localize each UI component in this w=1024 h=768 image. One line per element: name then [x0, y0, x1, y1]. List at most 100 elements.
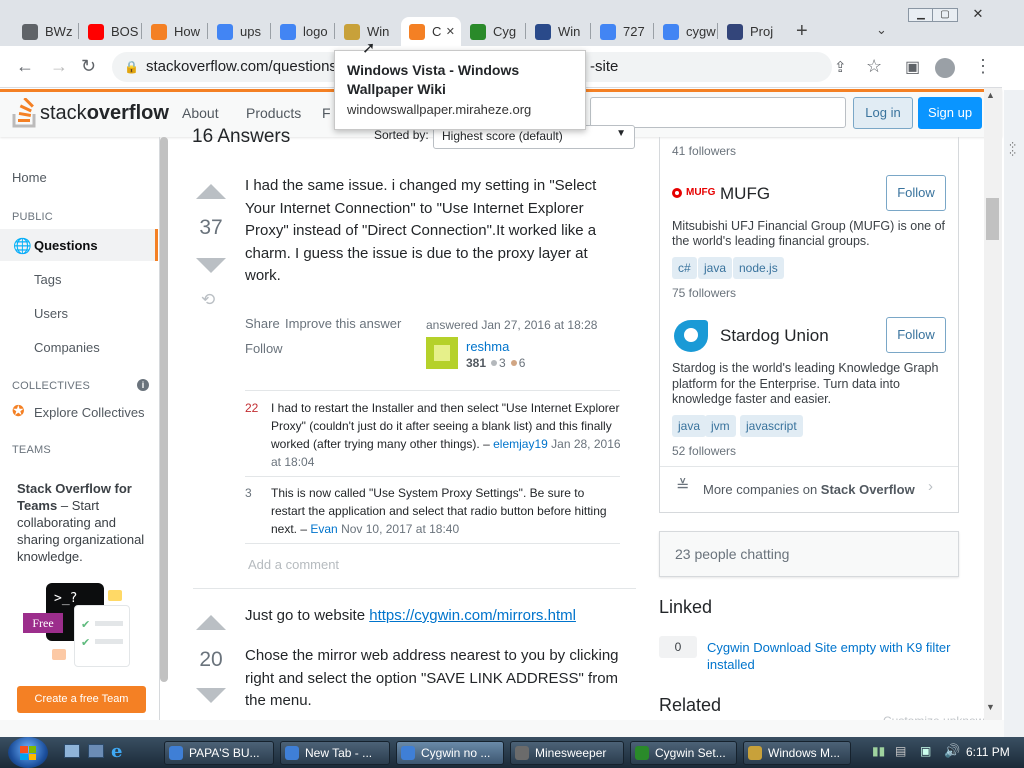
downvote-icon[interactable]: [196, 258, 226, 273]
new-tab-icon[interactable]: +: [796, 20, 808, 43]
taskbar-item-2[interactable]: Cygwin no ...: [396, 741, 504, 765]
back-icon[interactable]: ←: [16, 56, 34, 77]
scroll-down-icon[interactable]: ▼: [986, 702, 995, 712]
sidebar-item-companies[interactable]: Companies: [34, 340, 100, 355]
so-logo[interactable]: stack overflow: [12, 98, 169, 128]
sidebar-scrollbar[interactable]: [160, 137, 168, 682]
clock[interactable]: 6:11 PM: [966, 745, 1010, 759]
upvote-icon[interactable]: [196, 615, 226, 630]
chevron-right-icon[interactable]: ›: [928, 478, 933, 495]
forward-icon[interactable]: →: [50, 56, 68, 77]
tab-search-chevron-icon[interactable]: ⌄: [876, 22, 887, 38]
sidebar-header-public: PUBLIC: [12, 211, 53, 223]
taskbar-item-4[interactable]: Cygwin Set...: [630, 741, 737, 765]
tag-csharp[interactable]: c#: [672, 257, 697, 279]
sidebar-item-home[interactable]: Home: [12, 170, 47, 185]
upvote-icon[interactable]: [196, 184, 226, 199]
add-comment-link[interactable]: Add a comment: [248, 557, 339, 572]
comment2-user-link[interactable]: Evan: [310, 522, 337, 536]
comment1-user-link[interactable]: elemjay19: [493, 437, 548, 451]
sidebar-item-explore-collectives[interactable]: Explore Collectives: [34, 405, 145, 420]
more-companies-link[interactable]: More companies on Stack Overflow: [703, 482, 915, 497]
nav-for-teams[interactable]: F: [322, 105, 331, 121]
nav-about[interactable]: About: [182, 105, 219, 121]
profile-avatar[interactable]: [935, 58, 955, 78]
scroll-up-icon[interactable]: ▲: [986, 90, 995, 100]
tag-java[interactable]: java: [698, 257, 733, 279]
login-button[interactable]: Log in: [853, 97, 913, 129]
tab-3[interactable]: ups: [209, 17, 269, 46]
tab-0[interactable]: BWz: [14, 17, 76, 46]
tray-network-icon[interactable]: ▮▮: [872, 744, 885, 758]
taskbar-item-3[interactable]: Minesweeper: [510, 741, 624, 765]
tag-jvm[interactable]: jvm: [705, 415, 736, 437]
stardog-logo-icon: [672, 318, 712, 354]
tab-7[interactable]: Cyg: [462, 17, 524, 46]
maximize-icon[interactable]: ▢: [932, 8, 958, 22]
tab-separator: [207, 23, 208, 39]
collectives-icon: ✪: [12, 403, 25, 420]
share-icon[interactable]: ⇪: [834, 58, 847, 76]
show-desktop-icon[interactable]: [64, 744, 80, 758]
tab-8[interactable]: Win: [527, 17, 589, 46]
tab-11[interactable]: Proj: [719, 17, 781, 46]
tab-label: C: [432, 24, 442, 39]
lock-icon: 🔒: [124, 60, 139, 74]
answer1-user-link[interactable]: reshma: [466, 339, 509, 354]
create-team-button[interactable]: Create a free Team: [17, 686, 146, 713]
logo-text-overflow: overflow: [86, 101, 169, 124]
tag-java[interactable]: java: [672, 415, 707, 437]
tab-label: BWz: [45, 24, 73, 39]
sidebar-item-users[interactable]: Users: [34, 306, 68, 321]
menu-icon[interactable]: ⋮: [974, 56, 992, 77]
signup-button[interactable]: Sign up: [918, 97, 982, 129]
switch-windows-icon[interactable]: [88, 744, 104, 758]
tag-nodejs[interactable]: node.js: [733, 257, 784, 279]
tab-9[interactable]: 727: [592, 17, 652, 46]
avatar[interactable]: [426, 337, 458, 369]
company1-follow-button[interactable]: Follow: [886, 175, 946, 211]
close-tab-icon[interactable]: ✕: [446, 25, 455, 38]
scrollbar-thumb[interactable]: [986, 198, 999, 240]
tab-label: How: [174, 24, 201, 39]
company2-follow-button[interactable]: Follow: [886, 317, 946, 353]
info-icon[interactable]: i: [137, 379, 149, 391]
tray-volume-icon[interactable]: 🔊: [944, 743, 960, 759]
company1-name[interactable]: MUFG: [720, 184, 770, 204]
tab-10[interactable]: cygw: [655, 17, 717, 46]
improve-answer-link[interactable]: Improve this answer: [285, 316, 401, 331]
mirrors-link[interactable]: https://cygwin.com/mirrors.html: [369, 607, 576, 624]
sidebar-item-tags[interactable]: Tags: [34, 272, 61, 287]
internet-explorer-icon[interactable]: e: [111, 741, 122, 762]
linked-question-link[interactable]: Cygwin Download Site empty with K9 filte…: [707, 639, 957, 673]
reload-icon[interactable]: ↻: [81, 56, 96, 77]
share-link[interactable]: Share: [245, 316, 280, 331]
tray-monitor-icon[interactable]: ▣: [920, 744, 931, 758]
close-window-icon[interactable]: ✕: [962, 7, 994, 22]
taskbar-item-1[interactable]: New Tab - ...: [280, 741, 390, 765]
taskbar-item-0[interactable]: PAPA'S BU...: [164, 741, 274, 765]
side-panel-icon[interactable]: ▣: [905, 57, 920, 77]
nav-products[interactable]: Products: [246, 105, 301, 121]
page-scrollbar[interactable]: ▲ ▼: [984, 88, 1002, 720]
history-icon[interactable]: ⟲: [201, 290, 215, 310]
sidebar-item-questions[interactable]: 🌐 Questions: [0, 229, 158, 261]
silver-badge-count: 3: [499, 356, 506, 370]
tab-6[interactable]: C ✕: [401, 17, 461, 46]
bookmark-star-icon[interactable]: ☆: [866, 56, 882, 77]
taskbar-app-icon: [169, 746, 183, 760]
tag-javascript[interactable]: javascript: [740, 415, 803, 437]
taskbar-item-5[interactable]: Windows M...: [743, 741, 851, 765]
tray-printer-icon[interactable]: ▤: [895, 744, 906, 758]
tab-4[interactable]: logo: [272, 17, 332, 46]
tab-2[interactable]: How: [143, 17, 205, 46]
tab-1[interactable]: BOS: [80, 17, 140, 46]
start-button[interactable]: [8, 737, 48, 768]
search-input[interactable]: [590, 97, 846, 128]
minimize-icon[interactable]: ▁: [908, 8, 934, 22]
more-companies-bold: Stack Overflow: [820, 482, 915, 497]
company2-name[interactable]: Stardog Union: [720, 326, 829, 346]
downvote-icon[interactable]: [196, 688, 226, 703]
follow-link[interactable]: Follow: [245, 341, 283, 356]
chat-widget[interactable]: 23 people chatting: [659, 531, 959, 577]
